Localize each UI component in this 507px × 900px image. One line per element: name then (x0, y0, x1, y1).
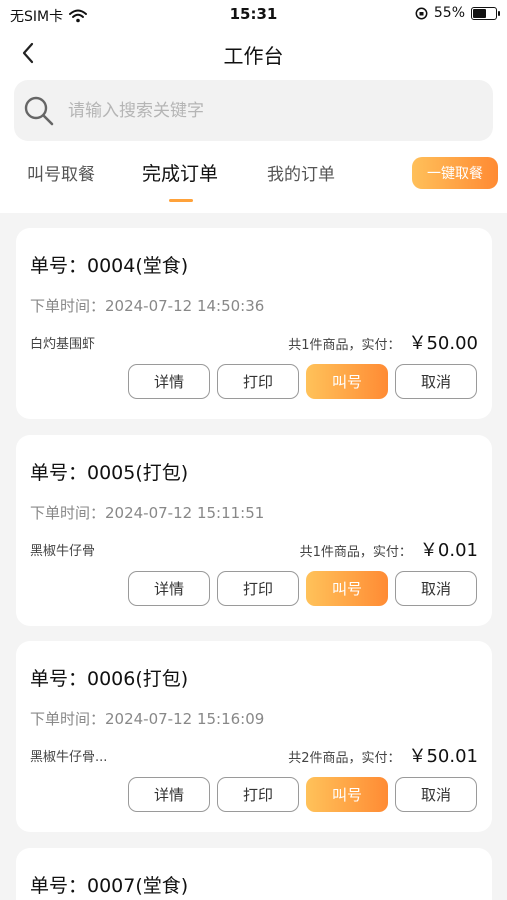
order-items: 黑椒牛仔骨... (30, 750, 108, 765)
call-number-button[interactable]: 叫号 (306, 777, 388, 812)
order-items: 黑椒牛仔骨 (30, 544, 96, 559)
call-number-button[interactable]: 叫号 (306, 364, 388, 399)
order-time: 下单时间：2024-07-12 14:50:36 (30, 297, 265, 315)
order-number: 单号：0007(堂食) (30, 875, 189, 897)
order-time: 下单时间：2024-07-12 15:11:51 (30, 504, 265, 522)
order-summary-text: 共1件商品，实付： (288, 338, 401, 353)
page-title: 工作台 (223, 44, 284, 68)
tab-my-orders[interactable]: 我的订单 (267, 160, 335, 185)
cancel-button[interactable]: 取消 (395, 777, 477, 812)
cancel-button[interactable]: 取消 (395, 571, 477, 606)
order-summary-text: 共1件商品，实付： (299, 545, 412, 560)
order-time: 下单时间：2024-07-12 15:16:09 (30, 710, 265, 728)
active-tab-indicator (169, 199, 193, 202)
tab-call-pickup[interactable]: 叫号取餐 (27, 160, 95, 185)
call-number-button[interactable]: 叫号 (306, 571, 388, 606)
order-amount: ￥50.00 (408, 333, 478, 354)
order-amount: ￥50.01 (408, 746, 478, 767)
orientation-lock-icon (415, 7, 428, 19)
cancel-button[interactable]: 取消 (395, 364, 477, 399)
print-button[interactable]: 打印 (217, 364, 299, 399)
detail-button[interactable]: 详情 (128, 777, 210, 812)
order-card: 单号：0006(打包) 下单时间：2024-07-12 15:16:09 黑椒牛… (16, 641, 492, 832)
order-actions: 详情 打印 叫号 取消 (128, 571, 477, 606)
header-area: 无SIM卡 15:31 55% 工作台 请输入搜索关键字 叫号取餐 完成订单 我… (0, 0, 507, 213)
order-card: 单号：0004(堂食) 下单时间：2024-07-12 14:50:36 白灼基… (16, 228, 492, 419)
detail-button[interactable]: 详情 (128, 571, 210, 606)
order-number: 单号：0004(堂食) (30, 255, 189, 277)
order-items: 白灼基围虾 (30, 337, 96, 352)
search-icon (24, 96, 54, 125)
order-actions: 详情 打印 叫号 取消 (128, 777, 477, 812)
status-bar: 无SIM卡 15:31 55% (0, 0, 507, 30)
order-card: 单号：0005(打包) 下单时间：2024-07-12 15:11:51 黑椒牛… (16, 435, 492, 626)
print-button[interactable]: 打印 (217, 571, 299, 606)
order-number: 单号：0006(打包) (30, 668, 189, 690)
order-number: 单号：0005(打包) (30, 462, 189, 484)
battery-percent: 55% (433, 5, 465, 21)
order-actions: 详情 打印 叫号 取消 (128, 364, 477, 399)
battery-icon (471, 6, 500, 20)
status-right: 55% (415, 5, 500, 21)
print-button[interactable]: 打印 (217, 777, 299, 812)
order-summary-text: 共2件商品，实付： (288, 751, 401, 766)
search-bar[interactable] (14, 80, 493, 141)
order-card: 单号：0007(堂食) (16, 848, 492, 900)
order-summary: 共1件商品，实付： ￥0.01 (300, 536, 478, 562)
order-amount: ￥0.01 (419, 540, 478, 561)
search-input[interactable] (68, 100, 448, 121)
one-key-pickup-button[interactable]: 一键取餐 (412, 157, 498, 189)
order-summary: 共2件商品，实付： ￥50.01 (288, 742, 478, 768)
tab-completed-orders[interactable]: 完成订单 (142, 159, 218, 186)
order-summary: 共1件商品，实付： ￥50.00 (288, 329, 478, 355)
navbar: 工作台 (0, 30, 507, 76)
tab-bar: 叫号取餐 完成订单 我的订单 一键取餐 (0, 150, 507, 205)
detail-button[interactable]: 详情 (128, 364, 210, 399)
